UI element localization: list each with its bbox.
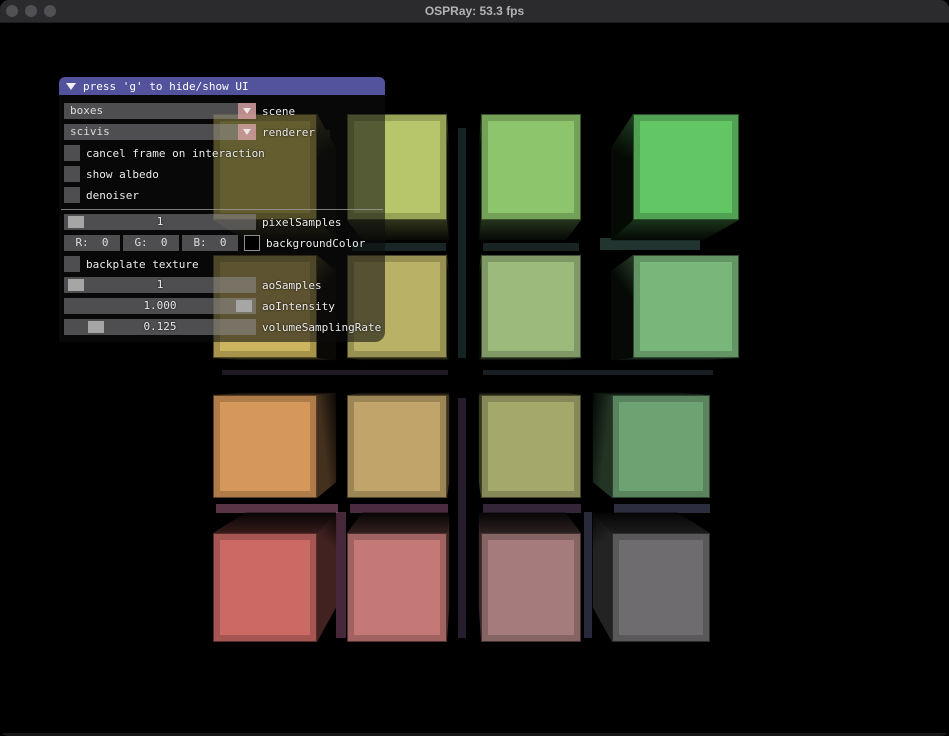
scene-combo-value: boxes	[64, 103, 238, 119]
show-albedo-row: show albedo	[64, 166, 385, 182]
renderer-combo-arrow-button[interactable]	[238, 124, 256, 140]
background-green-field[interactable]: G: 0	[123, 235, 179, 251]
chevron-down-icon	[243, 108, 251, 114]
render-viewport[interactable]: press 'g' to hide/show UI boxes scene sc…	[0, 0, 949, 736]
cancel-frame-row: cancel frame on interaction	[64, 145, 385, 161]
ao-samples-value: 1	[64, 277, 256, 293]
scene-combo-label: scene	[262, 105, 295, 118]
zoom-button[interactable]	[44, 5, 56, 17]
ao-samples-label: aoSamples	[262, 279, 322, 292]
ao-intensity-label: aoIntensity	[262, 300, 335, 313]
macos-titlebar[interactable]: OSPRay: 53.3 fps	[0, 0, 949, 23]
pixel-samples-label: pixelSamples	[262, 216, 341, 229]
volume-sampling-rate-value: 0.125	[64, 319, 256, 335]
denoiser-row: denoiser	[64, 187, 385, 203]
renderer-combo-row: scivis renderer	[64, 124, 385, 140]
volume-sampling-rate-label: volumeSamplingRate	[262, 321, 381, 334]
background-color-row: R: 0 G: 0 B: 0 backgroundColor	[64, 235, 385, 251]
pixel-samples-row: 1 pixelSamples	[64, 214, 385, 230]
denoiser-checkbox[interactable]	[64, 187, 80, 203]
window-title: OSPRay: 53.3 fps	[0, 4, 949, 18]
denoiser-label: denoiser	[86, 189, 139, 202]
panel-body: boxes scene scivis renderer	[59, 95, 385, 342]
collapse-arrow-icon[interactable]	[66, 83, 76, 90]
background-color-swatch[interactable]	[244, 235, 260, 251]
minimize-button[interactable]	[25, 5, 37, 17]
panel-titlebar[interactable]: press 'g' to hide/show UI	[59, 77, 385, 95]
backplate-texture-row: backplate texture	[64, 256, 385, 272]
volume-sampling-rate-slider[interactable]: 0.125	[64, 319, 256, 335]
window-controls	[6, 5, 56, 17]
panel-title: press 'g' to hide/show UI	[83, 80, 249, 93]
background-blue-field[interactable]: B: 0	[182, 235, 238, 251]
scene-combo[interactable]: boxes	[64, 103, 256, 119]
chevron-down-icon	[243, 129, 251, 135]
renderer-combo-label: renderer	[262, 126, 315, 139]
imgui-panel: press 'g' to hide/show UI boxes scene sc…	[59, 77, 385, 342]
cancel-frame-label: cancel frame on interaction	[86, 147, 265, 160]
backplate-texture-checkbox[interactable]	[64, 256, 80, 272]
background-color-label: backgroundColor	[266, 237, 365, 250]
scene-combo-row: boxes scene	[64, 103, 385, 119]
renderer-combo-value: scivis	[64, 124, 238, 140]
blue-value: B: 0	[193, 236, 226, 249]
ao-samples-slider[interactable]: 1	[64, 277, 256, 293]
background-red-field[interactable]: R: 0	[64, 235, 120, 251]
ao-samples-row: 1 aoSamples	[64, 277, 385, 293]
renderer-combo[interactable]: scivis	[64, 124, 256, 140]
ao-intensity-slider[interactable]: 1.000	[64, 298, 256, 314]
show-albedo-checkbox[interactable]	[64, 166, 80, 182]
separator	[61, 209, 383, 210]
show-albedo-label: show albedo	[86, 168, 159, 181]
red-value: R: 0	[75, 236, 108, 249]
backplate-texture-label: backplate texture	[86, 258, 199, 271]
cancel-frame-checkbox[interactable]	[64, 145, 80, 161]
ao-intensity-row: 1.000 aoIntensity	[64, 298, 385, 314]
scene-combo-arrow-button[interactable]	[238, 103, 256, 119]
ao-intensity-value: 1.000	[64, 298, 256, 314]
green-value: G: 0	[134, 236, 167, 249]
volume-sampling-rate-row: 0.125 volumeSamplingRate	[64, 319, 385, 335]
pixel-samples-slider[interactable]: 1	[64, 214, 256, 230]
app-window: press 'g' to hide/show UI boxes scene sc…	[0, 0, 949, 736]
pixel-samples-value: 1	[64, 214, 256, 230]
close-button[interactable]	[6, 5, 18, 17]
